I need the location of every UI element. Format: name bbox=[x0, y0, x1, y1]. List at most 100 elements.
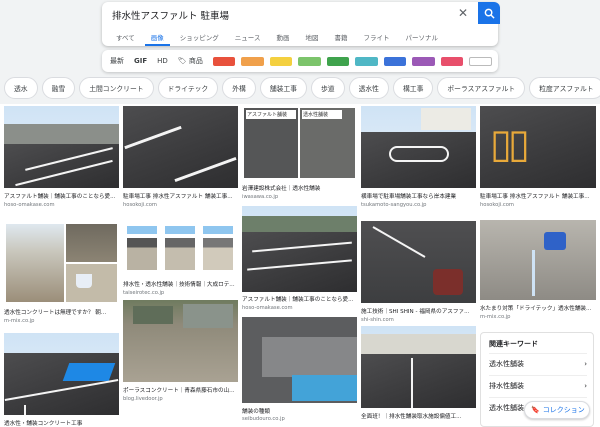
chip[interactable]: 透水 bbox=[4, 77, 38, 99]
filter-latest[interactable]: 最新 bbox=[110, 56, 124, 66]
result-caption: 全面班！｜排水性舗装取水施設偏値工... bbox=[361, 414, 462, 420]
image-result[interactable]: 水たまり対策「ドライテック」透水性舗装... m-mix.co.jp bbox=[480, 220, 596, 322]
color-swatch-yellow[interactable] bbox=[269, 56, 293, 66]
result-thumbnail[interactable] bbox=[361, 106, 476, 188]
image-result[interactable]: 駐車場工事 排水性アスファルト 舗装工事... hosokoji.com bbox=[123, 106, 238, 216]
chip[interactable]: 粒度アスファルト bbox=[529, 77, 600, 99]
search-input[interactable]: 排水性アスファルト 駐車場 bbox=[112, 8, 229, 22]
result-thumbnail[interactable] bbox=[242, 206, 357, 292]
image-result[interactable]: アスファルト舗装 透水性舗装 岩澤建設株式会社｜透水性舗装 iwasawa.co… bbox=[242, 106, 357, 206]
tab-maps[interactable]: 地図 bbox=[299, 26, 324, 46]
tab-personal[interactable]: パーソナル bbox=[399, 26, 444, 46]
color-swatch-lightgreen[interactable] bbox=[298, 56, 321, 66]
image-result[interactable]: アスファルト舗装｜舗装工事のことなら愛... hoso-omakase.com bbox=[242, 206, 357, 311]
overlay-label: アスファルト舗装 bbox=[246, 110, 296, 119]
search-button[interactable] bbox=[478, 2, 500, 24]
result-source: hosokoji.com bbox=[123, 202, 157, 208]
filter-hd[interactable]: HD bbox=[157, 57, 168, 65]
chip[interactable]: 舗装工事 bbox=[259, 77, 307, 99]
image-result[interactable]: 透水性・舗装コンクリート工事 bbox=[4, 333, 119, 427]
related-item-label: 排水性舗装 bbox=[489, 381, 524, 390]
top-bar: 排水性アスファルト 駐車場 ✕ すべて 画像 ショッピング ニュース 動画 地図… bbox=[0, 0, 600, 76]
result-caption: アスファルト舗装｜舗装工事のことなら愛... bbox=[4, 194, 116, 200]
result-caption: 施工技術｜SHI SHIN - 福岡県のアスファ... bbox=[361, 309, 470, 315]
result-caption: 水たまり対策「ドライテック」透水性舗装... bbox=[480, 306, 592, 312]
chip[interactable]: ポーラスアスファルト bbox=[437, 77, 526, 99]
color-swatch-pink[interactable] bbox=[440, 56, 464, 66]
result-thumbnail[interactable]: ▯▯ bbox=[480, 106, 596, 188]
result-source: shi-shin.com bbox=[361, 317, 394, 323]
result-source: hoso-omakase.com bbox=[4, 202, 55, 208]
search-icon bbox=[484, 8, 495, 19]
chip[interactable]: 透水性 bbox=[348, 77, 389, 99]
tab-shopping[interactable]: ショッピング bbox=[174, 26, 225, 46]
tab-flights[interactable]: フライト bbox=[357, 26, 395, 46]
chip[interactable]: 外構 bbox=[222, 77, 256, 99]
result-caption: 舗装の種類 bbox=[242, 409, 270, 415]
result-caption: 透水性・舗装コンクリート工事 bbox=[4, 421, 83, 427]
result-thumbnail[interactable] bbox=[480, 220, 596, 300]
result-source: tsukamoto-sangyou.co.jp bbox=[361, 202, 427, 208]
chevron-right-icon: › bbox=[584, 359, 587, 368]
image-result[interactable]: 舗装の種類 seibudouro.co.jp bbox=[242, 317, 357, 425]
tab-news[interactable]: ニュース bbox=[229, 26, 267, 46]
color-swatch-purple[interactable] bbox=[412, 56, 435, 66]
color-swatch-white[interactable] bbox=[469, 56, 493, 66]
result-caption: アスファルト舗装｜舗装工事のことなら愛... bbox=[242, 297, 354, 303]
color-swatch-red[interactable] bbox=[212, 56, 236, 66]
color-swatch-blue[interactable] bbox=[383, 56, 407, 66]
image-result[interactable]: 施工技術｜SHI SHIN - 福岡県のアスファ... shi-shin.com bbox=[361, 221, 476, 323]
tag-icon: 🏷 bbox=[177, 57, 187, 65]
image-result[interactable]: ▯▯ 駐車場工事 排水性アスファルト 舗装工事... hosokoji.com bbox=[480, 106, 596, 210]
related-title: 関連キーワード bbox=[489, 340, 538, 348]
image-result[interactable]: 全面班！｜排水性舗装取水施設偏値工... bbox=[361, 326, 476, 426]
result-thumbnail[interactable] bbox=[4, 222, 119, 304]
chip[interactable]: 構工事 bbox=[392, 77, 434, 99]
chip[interactable]: 歩道 bbox=[311, 77, 345, 99]
road-marking-icon: ▯▯ bbox=[490, 121, 530, 167]
result-thumbnail[interactable] bbox=[123, 106, 238, 188]
tab-all[interactable]: すべて bbox=[110, 26, 141, 46]
color-swatch-green[interactable] bbox=[326, 56, 350, 66]
tab-videos[interactable]: 動画 bbox=[270, 26, 295, 46]
result-caption: 駐車場工事 排水性アスファルト 舗装工事... bbox=[123, 194, 233, 200]
result-source: m-mix.co.jp bbox=[4, 318, 35, 324]
result-source: seibudouro.co.jp bbox=[242, 416, 285, 422]
collection-button[interactable]: 🔖 コレクション bbox=[524, 401, 590, 419]
result-thumbnail[interactable] bbox=[242, 317, 357, 403]
result-source: m-mix.co.jp bbox=[480, 314, 511, 320]
chip[interactable]: 土間コンクリート bbox=[79, 77, 154, 99]
result-thumbnail[interactable] bbox=[123, 222, 238, 276]
chip[interactable]: 融雪 bbox=[41, 77, 76, 99]
result-caption: 岩澤建設株式会社｜透水性舗装 bbox=[242, 186, 321, 192]
bookmark-icon: 🔖 bbox=[531, 406, 540, 414]
result-thumbnail[interactable] bbox=[361, 326, 476, 408]
image-result[interactable]: 透水性コンクリートは無理ですか？ 朝... m-mix.co.jp bbox=[4, 222, 119, 324]
result-source: iwasawa.co.jp bbox=[242, 194, 279, 200]
result-source: taiseirotec.co.jp bbox=[123, 290, 165, 296]
result-thumbnail[interactable] bbox=[4, 106, 119, 188]
image-result[interactable]: 排水性・透水性舗装｜技術情報｜大成ロテ... taiseirotec.co.jp bbox=[123, 222, 238, 296]
color-swatch-teal[interactable] bbox=[355, 56, 378, 66]
filter-products[interactable]: 🏷 商品 bbox=[178, 56, 203, 66]
image-result[interactable]: アスファルト舗装｜舗装工事のことなら愛... hoso-omakase.com bbox=[4, 106, 119, 216]
result-thumbnail[interactable] bbox=[4, 333, 119, 415]
related-item[interactable]: 透水性舗装 › bbox=[489, 353, 587, 373]
search-tabs: すべて 画像 ショッピング ニュース 動画 地図 書籍 フライト パーソナル bbox=[102, 26, 478, 46]
image-result[interactable]: ポーラスコンクリート｜青森県藤石市の山... blog.livedoor.jp bbox=[123, 300, 238, 402]
color-swatch-orange[interactable] bbox=[241, 56, 264, 66]
chevron-right-icon: › bbox=[584, 381, 587, 390]
image-result[interactable]: 横車場で駐車場舗装工事なら岸本建業 tsukamoto-sangyou.co.j… bbox=[361, 106, 476, 218]
tab-books[interactable]: 書籍 bbox=[328, 26, 353, 46]
result-thumbnail[interactable] bbox=[123, 300, 238, 382]
close-icon[interactable]: ✕ bbox=[458, 6, 468, 20]
result-thumbnail[interactable]: アスファルト舗装 透水性舗装 bbox=[242, 106, 357, 180]
result-thumbnail[interactable] bbox=[361, 221, 476, 303]
tab-images[interactable]: 画像 bbox=[144, 26, 170, 46]
related-item-label: 透水性舗装 bbox=[489, 359, 524, 368]
result-caption: 透水性コンクリートは無理ですか？ 朝... bbox=[4, 310, 107, 316]
filter-gif[interactable]: GIF bbox=[134, 57, 147, 65]
chip[interactable]: ドライテック bbox=[157, 77, 219, 99]
related-item[interactable]: 排水性舗装 › bbox=[489, 375, 587, 395]
result-caption: ポーラスコンクリート｜青森県藤石市の山... bbox=[123, 388, 235, 394]
